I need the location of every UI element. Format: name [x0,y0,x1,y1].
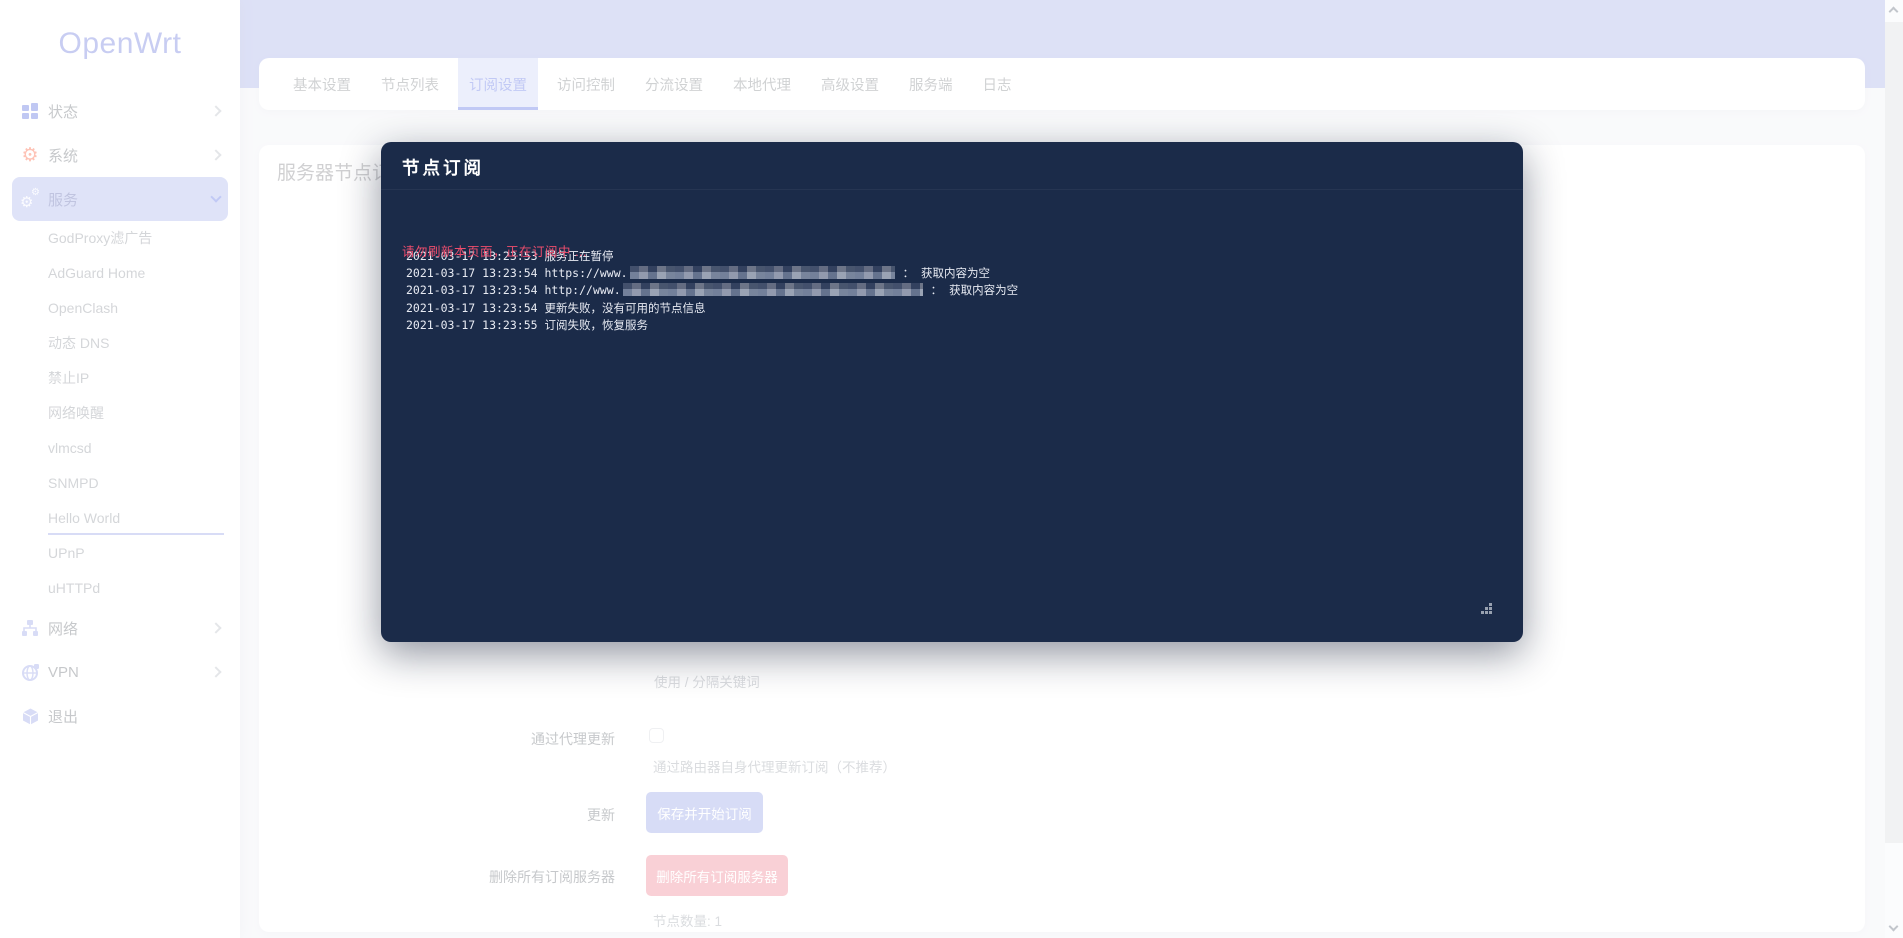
redacted-url-block [630,266,895,279]
scrollbar[interactable] [1885,0,1903,938]
subscription-modal: 节点订阅 请勿刷新本页面，正在订阅中 ... 2021-03-17 13:23:… [381,142,1523,642]
log-line: 2021-03-17 13:23:55 订阅失败，恢复服务 [406,317,1503,334]
resize-grip-icon[interactable] [1481,603,1493,615]
scroll-down-icon[interactable] [1889,922,1899,932]
openwrt-admin-page: OpenWrt 状态 ⚙ 系统 [0,0,1903,938]
modal-warning: 请勿刷新本页面，正在订阅中 ... [402,241,587,260]
modal-title: 节点订阅 [402,155,484,180]
log-line: 2021-03-17 13:23:54 http://www.： 获取内容为空 [406,282,1503,299]
scrollbar-thumb[interactable] [1885,22,1903,843]
log-line: 2021-03-17 13:23:54 更新失败，没有可用的节点信息 [406,300,1503,317]
scroll-up-icon[interactable] [1889,7,1899,17]
subscription-log-textarea[interactable]: 请勿刷新本页面，正在订阅中 ... 2021-03-17 13:23:53 服务… [381,189,1523,642]
log-line: 2021-03-17 13:23:54 https://www.： 获取内容为空 [406,265,1503,282]
log-lines: 2021-03-17 13:23:53 服务正在暂停2021-03-17 13:… [406,219,1503,334]
redacted-url-block [623,283,923,296]
